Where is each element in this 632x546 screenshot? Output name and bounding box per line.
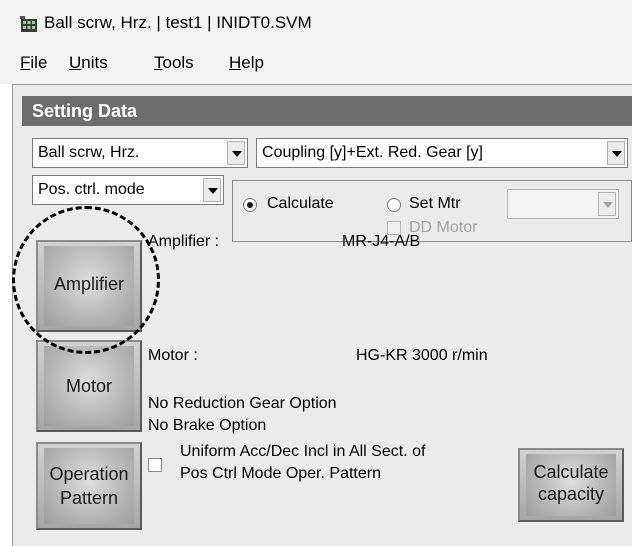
uniform-accdec-line1: Uniform Acc/Dec Incl in All Sect. of [180, 443, 426, 460]
menu-file-rest: ile [30, 53, 48, 72]
menu-help-rest: elp [241, 53, 264, 72]
highlight-annotation-circle [12, 206, 160, 354]
calculate-capacity-button[interactable]: Calculate capacity [518, 448, 624, 522]
gear-option-text: No Reduction Gear Option [148, 395, 337, 412]
title-bar: Ball scrw, Hrz. | test1 | INIDT0.SVM [0, 0, 632, 44]
chevron-down-icon[interactable] [203, 178, 221, 202]
uniform-accdec-line2: Pos Ctrl Mode Oper. Pattern [180, 465, 381, 482]
motor-select[interactable] [507, 189, 619, 219]
calculate-capacity-line2: capacity [537, 484, 605, 504]
operation-button-line2: Pattern [59, 488, 119, 508]
operation-button-line1: Operation [49, 464, 129, 484]
coupling-select[interactable]: Coupling [y]+Ext. Red. Gear [y] [256, 138, 628, 168]
amplifier-label: Amplifier : [148, 233, 220, 250]
calc-mode-group: Calculate Set Mtr DD Motor [232, 180, 632, 242]
calculate-radio[interactable] [243, 198, 257, 212]
operation-pattern-image-icon [44, 448, 134, 524]
operation-pattern-button[interactable]: Operation Pattern [36, 442, 142, 530]
window-title: Ball scrw, Hrz. | test1 | INIDT0.SVM [44, 13, 312, 32]
coupling-select-value: Coupling [y]+Ext. Red. Gear [y] [262, 144, 483, 161]
uniform-accdec-checkbox[interactable] [148, 458, 162, 472]
menu-units-rest: nits [81, 53, 108, 72]
mechanism-select[interactable]: Ball scrw, Hrz. [32, 138, 248, 168]
menu-help-accel: H [229, 53, 242, 72]
menu-help[interactable]: Help [229, 52, 264, 74]
app-grid-icon [20, 16, 37, 32]
motor-button-label: Motor [65, 376, 112, 396]
menu-units[interactable]: Units [69, 52, 108, 74]
chevron-down-icon[interactable] [607, 141, 625, 165]
mechanism-select-value: Ball scrw, Hrz. [38, 144, 140, 161]
menu-tools[interactable]: Tools [154, 52, 194, 74]
chevron-down-icon[interactable] [598, 192, 616, 216]
calculate-label: Calculate [267, 195, 334, 212]
menu-file[interactable]: File [20, 52, 47, 74]
amplifier-value: MR-J4-A/B [342, 233, 421, 250]
set-motor-label: Set Mtr [409, 195, 461, 212]
motor-value: HG-KR 3000 r/min [356, 347, 488, 364]
control-mode-select[interactable]: Pos. ctrl. mode [32, 175, 224, 205]
menu-tools-rest: ools [162, 53, 194, 72]
control-mode-select-value: Pos. ctrl. mode [38, 181, 145, 198]
motor-label: Motor : [148, 347, 198, 364]
menu-tools-accel: T [154, 53, 163, 72]
section-title: Setting Data [32, 101, 138, 121]
set-motor-radio[interactable] [387, 198, 401, 212]
calculate-capacity-line1: Calculate [533, 462, 609, 482]
menu-units-accel: U [69, 53, 82, 72]
menu-file-accel: F [20, 53, 31, 72]
section-header: Setting Data [22, 96, 632, 126]
menu-bar: File Units Tools Help [0, 44, 632, 84]
brake-option-text: No Brake Option [148, 417, 267, 434]
chevron-down-icon[interactable] [227, 141, 245, 165]
